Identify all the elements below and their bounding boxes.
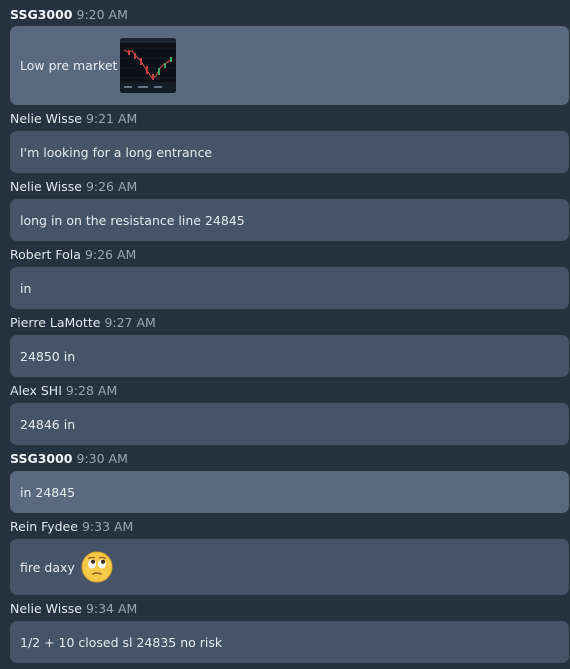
message-header: Alex SHI 9:28 AM	[10, 383, 117, 399]
message-header: Pierre LaMotte 9:27 AM	[10, 315, 156, 331]
author-name[interactable]: Pierre LaMotte	[10, 315, 100, 330]
timestamp: 9:30 AM	[76, 451, 128, 466]
author-name[interactable]: Robert Fola	[10, 247, 81, 262]
message-header: SSG3000 9:20 AM	[10, 7, 128, 23]
message-bubble: long in on the resistance line 24845	[10, 199, 569, 241]
timestamp: 9:20 AM	[76, 7, 128, 22]
message-bubble: Low pre market	[10, 26, 569, 105]
timestamp: 9:21 AM	[85, 111, 138, 126]
timestamp: 9:34 AM	[85, 601, 138, 616]
author-name[interactable]: Nelie Wisse	[10, 111, 82, 126]
timestamp: 9:27 AM	[104, 315, 156, 330]
message-bubble: 24846 in	[10, 403, 569, 445]
message-text: in	[20, 280, 32, 296]
message-text: in 24845	[20, 484, 76, 500]
message-header: Robert Fola 9:26 AM	[10, 247, 136, 263]
message-text: 24850 in	[20, 348, 76, 364]
message-bubble: I'm looking for a long entrance	[10, 131, 569, 173]
timestamp: 9:28 AM	[65, 383, 118, 398]
message-text: 1/2 + 10 closed sl 24835 no risk	[20, 634, 223, 650]
timestamp: 9:33 AM	[81, 519, 134, 534]
message-header: Nelie Wisse 9:34 AM	[10, 601, 137, 617]
timestamp: 9:26 AM	[84, 247, 137, 262]
author-name[interactable]: Rein Fydee	[10, 519, 78, 534]
message-text: I'm looking for a long entrance	[20, 144, 213, 160]
face-with-rolling-eyes-emoji	[81, 551, 113, 583]
author-name[interactable]: Nelie Wisse	[10, 601, 82, 616]
message-header: Nelie Wisse 9:21 AM	[10, 111, 137, 127]
message-text: 24846 in	[20, 416, 76, 432]
message-text: Low pre market	[20, 58, 118, 73]
author-name[interactable]: Nelie Wisse	[10, 179, 82, 194]
timestamp: 9:26 AM	[85, 179, 138, 194]
message-bubble: in	[10, 267, 569, 309]
message-bubble: fire daxy	[10, 539, 569, 595]
author-name[interactable]: Alex SHI	[10, 383, 62, 398]
message-header: SSG3000 9:30 AM	[10, 451, 128, 467]
message-bubble: 24850 in	[10, 335, 569, 377]
message-text: long in on the resistance line 24845	[20, 212, 245, 228]
message-header: Nelie Wisse 9:26 AM	[10, 179, 137, 195]
message-text: fire daxy	[20, 559, 75, 575]
chat-feed: SSG3000 9:20 AM Low pre market Nelie Wis…	[0, 0, 570, 669]
message-header: Rein Fydee 9:33 AM	[10, 519, 133, 535]
author-name[interactable]: SSG3000	[10, 7, 73, 22]
author-name[interactable]: SSG3000	[10, 451, 73, 466]
chart-thumbnail[interactable]	[120, 38, 177, 93]
message-bubble: in 24845	[10, 471, 569, 513]
message-bubble: 1/2 + 10 closed sl 24835 no risk	[10, 621, 569, 663]
